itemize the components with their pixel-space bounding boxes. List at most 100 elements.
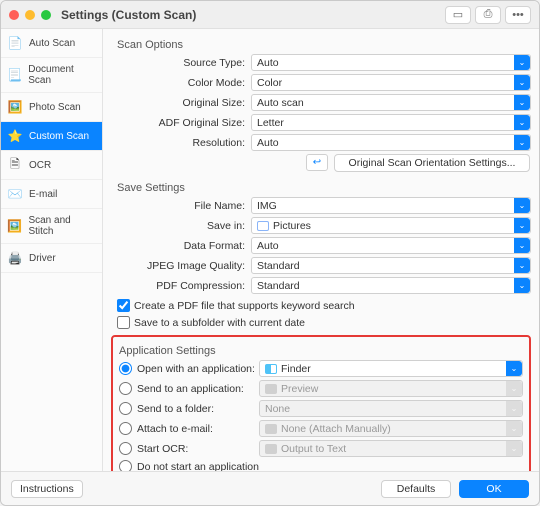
window-title: Settings (Custom Scan) [61,8,196,22]
data-format-label: Data Format: [111,240,251,252]
chevron-down-icon: ⌄ [506,441,522,456]
color-mode-label: Color Mode: [111,77,251,89]
sidebar-item-label: E-mail [29,189,57,200]
jpeg-quality-select[interactable]: Standard⌄ [251,257,531,274]
start-ocr-radio[interactable] [119,442,132,455]
stitch-icon: 🖼️ [7,218,22,234]
sidebar-item-ocr[interactable]: 🗎 OCR [1,151,102,180]
email-icon: ✉️ [7,186,23,202]
chevron-down-icon: ⌄ [514,135,530,150]
preview-icon [265,384,277,394]
sidebar-item-photo-scan[interactable]: 🖼️ Photo Scan [1,93,102,122]
source-type-label: Source Type: [111,57,251,69]
chevron-down-icon: ⌄ [514,55,530,70]
text-icon [265,444,277,454]
orientation-settings-button[interactable]: Original Scan Orientation Settings... [334,154,530,172]
chevron-down-icon: ⌄ [514,258,530,273]
sidebar-item-document-scan[interactable]: 📃 Document Scan [1,58,102,93]
main-panel: Scan Options Source Type: Auto⌄ Color Mo… [103,29,539,471]
do-not-start-label: Do not start an application [137,461,259,472]
instructions-button[interactable]: Instructions [11,480,83,498]
open-with-radio[interactable] [119,362,132,375]
sidebar-item-email[interactable]: ✉️ E-mail [1,180,102,209]
save-in-select[interactable]: Pictures⌄ [251,217,531,234]
send-folder-select: None⌄ [259,400,523,417]
minimize-icon[interactable] [25,10,35,20]
photo-scan-icon: 🖼️ [7,99,23,115]
chevron-down-icon: ⌄ [506,421,522,436]
open-with-select[interactable]: Finder⌄ [259,360,523,377]
resolution-label: Resolution: [111,137,251,149]
sidebar-item-label: OCR [29,160,51,171]
file-name-input[interactable]: IMG⌄ [251,197,531,214]
attach-email-select: None (Attach Manually)⌄ [259,420,523,437]
scan-options-title: Scan Options [111,35,531,54]
toolbar-print-icon[interactable]: ⎙ [475,6,501,24]
chevron-down-icon: ⌄ [514,218,530,233]
attach-email-label: Attach to e-mail: [137,423,213,435]
custom-scan-icon: ⭐ [7,128,23,144]
pdf-compression-label: PDF Compression: [111,280,251,292]
finder-icon [265,364,277,374]
sidebar-item-label: Driver [29,253,56,264]
footer: Instructions Defaults OK [1,471,539,505]
do-not-start-radio[interactable] [119,460,132,471]
save-settings-title: Save Settings [111,178,531,197]
send-folder-radio[interactable] [119,402,132,415]
settings-window: Settings (Custom Scan) ▭ ⎙ ••• 📄 Auto Sc… [0,0,540,506]
source-type-select[interactable]: Auto⌄ [251,54,531,71]
mail-icon [265,424,277,434]
chevron-down-icon: ⌄ [514,115,530,130]
send-app-radio[interactable] [119,382,132,395]
start-ocr-label: Start OCR: [137,443,188,455]
original-size-label: Original Size: [111,97,251,109]
toolbar-scan-icon[interactable]: ▭ [445,6,471,24]
sidebar-item-label: Document Scan [28,64,96,86]
sidebar-item-label: Photo Scan [29,102,81,113]
attach-email-radio[interactable] [119,422,132,435]
subfolder-checkbox[interactable] [117,316,130,329]
pdf-compression-select[interactable]: Standard⌄ [251,277,531,294]
sidebar-item-label: Custom Scan [29,131,89,142]
pdf-keyword-checkbox[interactable] [117,299,130,312]
subfolder-label: Save to a subfolder with current date [134,317,305,329]
folder-icon [257,221,269,231]
ocr-icon: 🗎 [7,157,23,173]
jpeg-quality-label: JPEG Image Quality: [111,260,251,272]
defaults-button[interactable]: Defaults [381,480,451,498]
auto-scan-icon: 📄 [7,35,23,51]
color-mode-select[interactable]: Color⌄ [251,74,531,91]
start-ocr-select: Output to Text⌄ [259,440,523,457]
resolution-select[interactable]: Auto⌄ [251,134,531,151]
send-app-label: Send to an application: [137,383,244,395]
sidebar-item-scan-stitch[interactable]: 🖼️ Scan and Stitch [1,209,102,244]
app-settings-title: Application Settings [119,341,523,360]
sidebar: 📄 Auto Scan 📃 Document Scan 🖼️ Photo Sca… [1,29,103,471]
chevron-down-icon: ⌄ [506,401,522,416]
chevron-down-icon: ⌄ [514,198,530,213]
sidebar-item-label: Scan and Stitch [28,215,96,237]
ok-button[interactable]: OK [459,480,529,498]
sidebar-item-custom-scan[interactable]: ⭐ Custom Scan [1,122,102,151]
data-format-select[interactable]: Auto⌄ [251,237,531,254]
chevron-down-icon: ⌄ [514,95,530,110]
window-controls [9,10,51,20]
send-app-select: Preview⌄ [259,380,523,397]
close-icon[interactable] [9,10,19,20]
pdf-keyword-label: Create a PDF file that supports keyword … [134,300,355,312]
toolbar-more-icon[interactable]: ••• [505,6,531,24]
reset-icon[interactable]: ↩︎ [306,154,328,171]
adf-size-select[interactable]: Letter⌄ [251,114,531,131]
sidebar-item-label: Auto Scan [29,38,75,49]
chevron-down-icon: ⌄ [514,238,530,253]
chevron-down-icon: ⌄ [506,361,522,376]
open-with-label: Open with an application: [137,363,255,375]
chevron-down-icon: ⌄ [514,278,530,293]
sidebar-item-driver[interactable]: 🖨️ Driver [1,244,102,273]
sidebar-item-auto-scan[interactable]: 📄 Auto Scan [1,29,102,58]
save-in-label: Save in: [111,220,251,232]
zoom-icon[interactable] [41,10,51,20]
application-settings-box: Application Settings Open with an applic… [111,335,531,471]
original-size-select[interactable]: Auto scan⌄ [251,94,531,111]
titlebar: Settings (Custom Scan) ▭ ⎙ ••• [1,1,539,29]
